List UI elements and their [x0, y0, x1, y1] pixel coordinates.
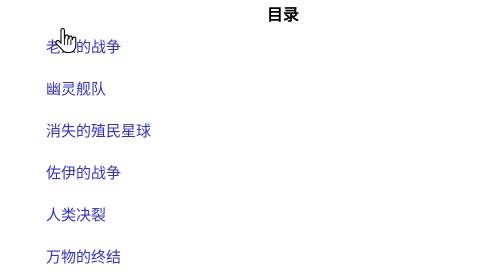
- list-item: 佐伊的战争: [46, 152, 151, 194]
- toc-link-human-division[interactable]: 人类决裂: [46, 205, 106, 225]
- toc-list: 老人的战争 幽灵舰队 消失的殖民星球 佐伊的战争 人类决裂 万物的终结: [46, 26, 151, 278]
- list-item: 老人的战争: [46, 26, 151, 68]
- toc-link-zoes-tale[interactable]: 佐伊的战争: [46, 163, 121, 183]
- list-item: 人类决裂: [46, 194, 151, 236]
- toc-link-old-mans-war[interactable]: 老人的战争: [46, 37, 121, 57]
- list-item: 万物的终结: [46, 236, 151, 278]
- toc-link-end-of-all-things[interactable]: 万物的终结: [46, 247, 121, 267]
- list-item: 幽灵舰队: [46, 68, 151, 110]
- toc-link-last-colony[interactable]: 消失的殖民星球: [46, 121, 151, 141]
- toc-title: 目录: [266, 5, 299, 24]
- toc-link-ghost-brigades[interactable]: 幽灵舰队: [46, 79, 106, 99]
- list-item: 消失的殖民星球: [46, 110, 151, 152]
